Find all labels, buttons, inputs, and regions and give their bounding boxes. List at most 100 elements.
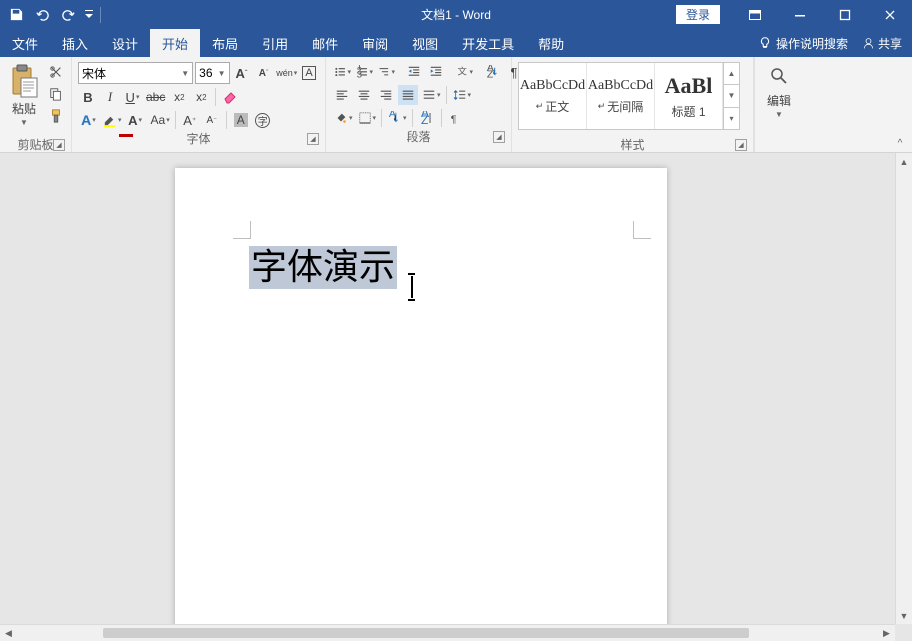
tab-insert[interactable]: 插入 [50,29,100,57]
grow-font-button[interactable]: Aˆ [232,63,252,83]
asian-phonetic-button[interactable]: A▾ [386,108,408,128]
strikethrough-button[interactable]: abc [144,87,167,107]
phonetic-guide-button[interactable]: wén▾ [276,63,297,83]
scroll-track[interactable] [896,170,912,607]
style-heading1[interactable]: AaBl 标题 1 [655,63,723,129]
paragraph-launcher[interactable]: ◢ [493,131,505,143]
indent-icon [429,65,443,79]
tab-references[interactable]: 引用 [250,29,300,57]
chevron-down-icon[interactable]: ▼ [215,69,226,78]
increase-indent-button[interactable] [426,62,446,82]
scroll-left-button[interactable]: ◀ [0,625,17,641]
font-color-button[interactable]: A▾ [125,110,145,130]
font-name-combo[interactable]: 宋体▼ [78,62,193,84]
gallery-more-button[interactable]: ▾ [724,108,739,129]
scroll-up-button[interactable]: ▲ [896,153,912,170]
undo-button[interactable] [30,3,54,27]
chevron-down-icon[interactable]: ▼ [178,69,189,78]
font-size-combo[interactable]: 36▼ [195,62,229,84]
justify-button[interactable] [398,85,418,105]
tab-review[interactable]: 审阅 [350,29,400,57]
shrink-font-a-button[interactable]: A⁻ [202,110,222,130]
sort-icon: AZ [486,65,500,79]
scroll-thumb[interactable] [103,628,749,638]
chevron-down-icon: ▼ [20,118,28,127]
tab-view[interactable]: 视图 [400,29,450,57]
tab-help[interactable]: 帮助 [526,29,576,57]
save-button[interactable] [4,3,28,27]
horizontal-scrollbar[interactable]: ◀ ▶ [0,624,895,641]
line-spacing-icon [453,88,467,102]
qat-customize-button[interactable] [82,3,96,27]
multilevel-list-button[interactable]: ▾ [376,62,396,82]
styles-launcher[interactable]: ◢ [735,139,747,151]
style-no-spacing[interactable]: AaBbCcDd ↵无间隔 [587,63,655,129]
editing-button[interactable]: 编辑 ▼ [759,60,799,119]
page[interactable]: 字体演示 [175,168,667,641]
maximize-button[interactable] [822,0,867,29]
tab-file[interactable]: 文件 [0,29,50,57]
italic-button[interactable]: I [100,87,120,107]
clear-formatting-button[interactable] [220,87,240,107]
redo-button[interactable] [56,3,80,27]
tab-layout[interactable]: 布局 [200,29,250,57]
group-styles: AaBbCcDd ↵正文 AaBbCcDd ↵无间隔 AaBl 标题 1 ▲ ▼… [512,57,754,152]
sort-az-button[interactable]: AZ [417,108,437,128]
align-right-button[interactable] [376,85,396,105]
line-spacing-button[interactable]: ▾ [451,85,473,105]
enclose-characters-button[interactable]: 字 [253,110,273,130]
login-button[interactable]: 登录 [676,5,720,24]
gallery-down-button[interactable]: ▼ [724,85,739,107]
scroll-down-button[interactable]: ▼ [896,607,912,624]
tab-design[interactable]: 设计 [100,29,150,57]
style-normal[interactable]: AaBbCcDd ↵正文 [519,63,587,129]
align-center-button[interactable] [354,85,374,105]
copy-button[interactable] [46,84,66,104]
asian-layout-button[interactable]: 文▾ [454,62,474,82]
title-bar: 文档1 - Word 登录 [0,0,912,29]
sort-button[interactable]: AZ [482,62,502,82]
tell-me-search[interactable]: 操作说明搜索 [758,35,848,52]
tab-mailings[interactable]: 邮件 [300,29,350,57]
paste-button[interactable]: 粘贴 ▼ [4,60,44,127]
character-shading-button[interactable]: A [231,110,251,130]
character-border-button[interactable]: A [299,63,319,83]
align-left-button[interactable] [332,85,352,105]
decrease-indent-button[interactable] [404,62,424,82]
borders-button[interactable]: ▾ [356,108,378,128]
subscript-button[interactable]: x2 [169,87,189,107]
grow-font-a-button[interactable]: A⁺ [180,110,200,130]
tab-developer[interactable]: 开发工具 [450,29,526,57]
gallery-up-button[interactable]: ▲ [724,63,739,85]
ribbon-display-button[interactable] [732,0,777,29]
text-effects-button[interactable]: A▾ [78,110,98,130]
shrink-font-button[interactable]: Aˇ [254,63,274,83]
scroll-right-button[interactable]: ▶ [878,625,895,641]
underline-button[interactable]: U▾ [122,87,142,107]
clipboard-launcher[interactable]: ◢ [53,139,65,151]
scroll-track[interactable] [17,625,878,641]
highlight-button[interactable]: ▾ [100,110,123,130]
tab-home[interactable]: 开始 [150,29,200,57]
shading-button[interactable]: ▾ [332,108,354,128]
format-painter-button[interactable] [46,106,66,126]
share-button[interactable]: 共享 [862,35,902,52]
vertical-scrollbar[interactable]: ▲ ▼ [895,153,912,624]
distributed-button[interactable]: ▾ [420,85,442,105]
multilevel-icon [378,65,390,79]
close-button[interactable] [867,0,912,29]
font-launcher[interactable]: ◢ [307,133,319,145]
collapse-ribbon-button[interactable]: ^ [892,136,908,150]
change-case-button[interactable]: Aa▾ [149,110,171,130]
bullets-button[interactable]: ▾ [332,62,352,82]
group-clipboard: 粘贴 ▼ 剪贴板◢ [0,57,72,152]
selected-text[interactable]: 字体演示 [249,246,397,289]
cut-button[interactable] [46,62,66,82]
numbering-icon: 123 [356,65,368,79]
show-hide-button[interactable]: ¶ [446,108,466,128]
superscript-button[interactable]: x2 [191,87,211,107]
numbering-button[interactable]: 123▾ [354,62,374,82]
outdent-icon [407,65,421,79]
minimize-button[interactable] [777,0,822,29]
bold-button[interactable]: B [78,87,98,107]
